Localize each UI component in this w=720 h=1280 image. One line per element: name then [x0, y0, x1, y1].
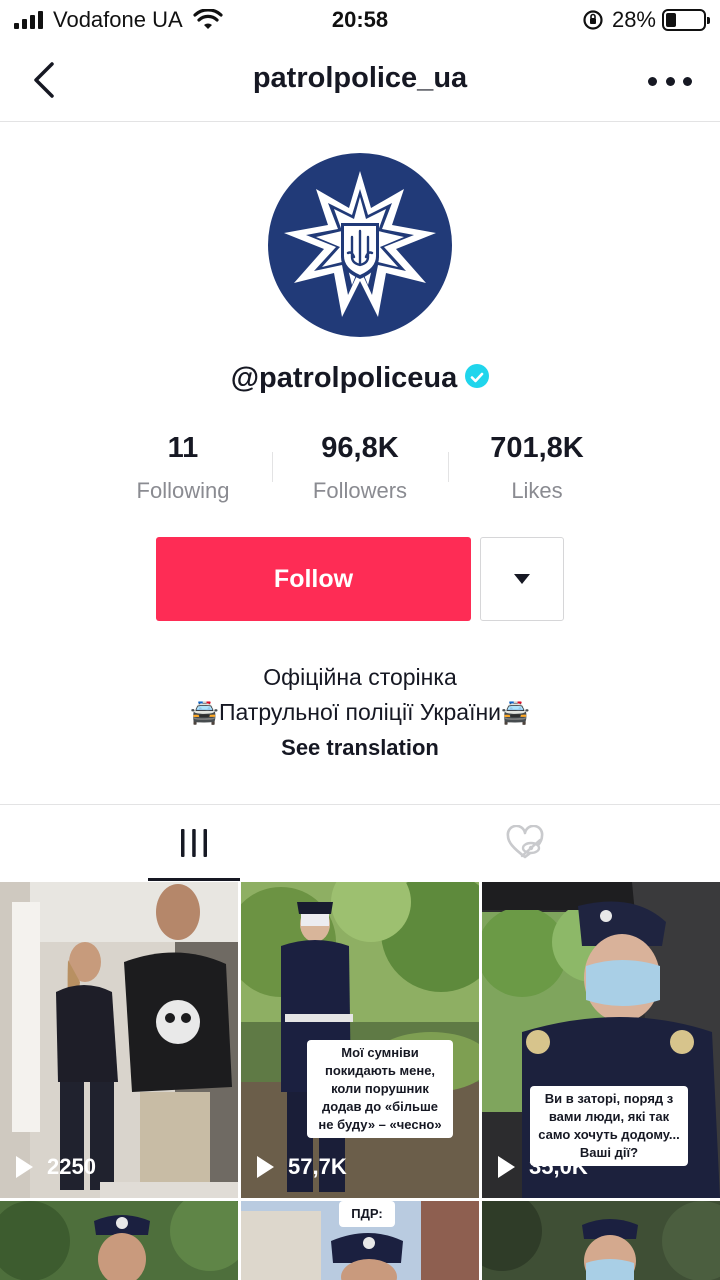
video-caption: Мої сумніви покидають мене, коли порушни… [307, 1040, 453, 1138]
video-preview-image [0, 882, 238, 1198]
following-count: 11 [167, 432, 199, 464]
view-count: 2250 [16, 1154, 96, 1180]
view-count: 35,0K [498, 1154, 588, 1180]
view-count-text: 35,0K [529, 1154, 588, 1179]
video-preview-image [0, 1201, 238, 1280]
play-icon [257, 1156, 274, 1178]
caret-down-icon [514, 574, 530, 584]
page-title: patrolpolice_ua [252, 62, 468, 94]
video-thumbnail[interactable] [0, 1201, 238, 1280]
heart-hidden-icon [506, 825, 544, 859]
username-text: @patrolpoliceua [230, 362, 458, 394]
profile-tabs [0, 804, 720, 881]
video-thumbnail[interactable]: Ви в заторі, поряд з вами люди, які так … [482, 882, 720, 1198]
status-bar: Vodafone UA 20:58 28% [0, 0, 720, 40]
play-icon [498, 1156, 515, 1178]
likes-count: 701,8K [490, 432, 584, 464]
verified-badge-icon [465, 364, 490, 389]
battery-percent: 28% [611, 7, 656, 32]
more-options-button[interactable] [648, 64, 692, 98]
tab-videos[interactable] [14, 805, 374, 881]
avatar[interactable] [268, 153, 452, 337]
suggested-accounts-button[interactable] [480, 537, 564, 621]
battery-icon [662, 9, 710, 31]
orientation-lock-icon [583, 10, 603, 30]
followers-label: Followers [312, 478, 408, 503]
stat-followers[interactable]: 96,8K Followers [275, 428, 445, 504]
video-thumbnail[interactable] [482, 1201, 720, 1280]
view-count: 57,7K [257, 1154, 347, 1180]
likes-label: Likes [511, 478, 563, 503]
play-icon [16, 1156, 33, 1178]
video-grid: 2250 Мої сумніви покидають мене, коли по… [0, 882, 720, 1280]
followers-count: 96,8K [321, 432, 399, 464]
following-label: Following [136, 478, 230, 503]
dot-icon [683, 76, 692, 86]
bio-line: 🚔Патрульної поліції України🚔 [190, 699, 530, 725]
nav-bar: patrolpolice_ua [0, 40, 720, 122]
stat-divider [448, 452, 449, 482]
stat-divider [272, 452, 273, 482]
video-thumbnail[interactable]: 2250 [0, 882, 238, 1198]
bio-line: Офіційна сторінка [263, 664, 457, 690]
video-thumbnail[interactable]: ПДР: [241, 1201, 479, 1280]
dot-icon [665, 76, 675, 86]
see-translation-link[interactable]: See translation [0, 735, 720, 761]
video-preview-image [482, 1201, 720, 1280]
stat-following[interactable]: 11 Following [98, 428, 268, 504]
stat-likes[interactable]: 701,8K Likes [452, 428, 622, 504]
grid-icon [181, 829, 207, 857]
status-right: 28% [582, 6, 710, 34]
view-count-text: 2250 [47, 1154, 96, 1179]
video-thumbnail[interactable]: Мої сумніви покидають мене, коли порушни… [241, 882, 479, 1198]
profile-username: @patrolpoliceua [0, 362, 720, 395]
profile-bio: Офіційна сторінка 🚔Патрульної поліції Ук… [0, 660, 720, 730]
tab-liked[interactable] [345, 805, 705, 881]
follow-button[interactable]: Follow [156, 537, 471, 621]
view-count-text: 57,7K [288, 1154, 347, 1179]
active-tab-indicator [148, 878, 240, 881]
police-star-emblem-icon [284, 171, 436, 317]
video-caption: ПДР: [339, 1201, 395, 1227]
dot-icon [648, 76, 657, 86]
